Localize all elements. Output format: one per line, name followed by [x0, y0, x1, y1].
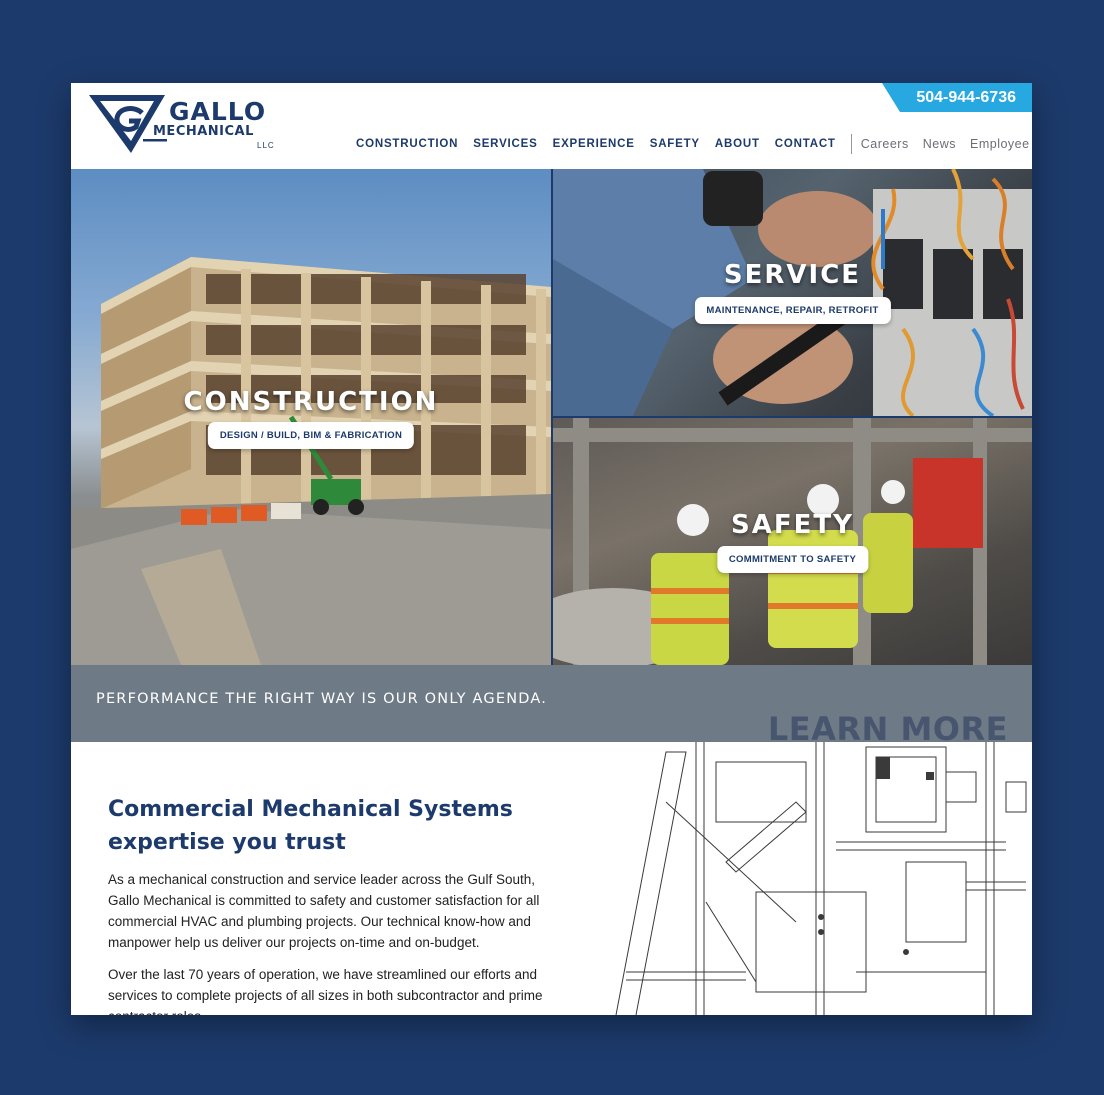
agenda-text: PERFORMANCE THE RIGHT WAY IS OUR ONLY AG…: [96, 691, 548, 707]
intro-section: Commercial Mechanical Systems expertise …: [71, 742, 1032, 1015]
intro-paragraph-2: Over the last 70 years of operation, we …: [108, 967, 543, 1015]
nav-contact[interactable]: CONTACT: [775, 138, 836, 150]
logo-g-icon: [89, 95, 167, 153]
service-title: SERVICE: [723, 260, 862, 290]
logo-suffix: LLC: [257, 141, 275, 150]
service-tag-button[interactable]: MAINTENANCE, REPAIR, RETROFIT: [694, 297, 891, 324]
intro-heading: Commercial Mechanical Systems expertise …: [108, 797, 513, 855]
agenda-banner: PERFORMANCE THE RIGHT WAY IS OUR ONLY AG…: [71, 665, 1032, 745]
nav-safety[interactable]: SAFETY: [650, 138, 700, 150]
safety-tag-button[interactable]: COMMITMENT TO SAFETY: [716, 546, 869, 573]
service-photo: [553, 169, 1032, 416]
service-panel[interactable]: SERVICE MAINTENANCE, REPAIR, RETROFIT: [553, 169, 1032, 416]
phone-number-link[interactable]: 504-944-6736: [882, 83, 1032, 112]
nav-about[interactable]: ABOUT: [715, 138, 760, 150]
nav-careers[interactable]: Careers: [861, 137, 909, 151]
main-nav: CONSTRUCTION SERVICES EXPERIENCE SAFETY …: [356, 134, 1032, 154]
blueprint-illustration: [615, 742, 1027, 1015]
logo-name: GALLO: [169, 97, 267, 126]
browser-frame: GALLO MECHANICAL LLC 504-944-6736 CONSTR…: [71, 83, 1032, 1015]
construction-tag-button[interactable]: DESIGN / BUILD, BIM & FABRICATION: [207, 422, 415, 449]
nav-news[interactable]: News: [923, 137, 956, 151]
learn-more-link[interactable]: LEARN MORE: [768, 713, 1008, 745]
construction-panel[interactable]: CONSTRUCTION DESIGN / BUILD, BIM & FABRI…: [71, 169, 551, 665]
logo-sub: MECHANICAL: [153, 124, 254, 139]
construction-title: CONSTRUCTION: [183, 387, 439, 417]
safety-panel[interactable]: SAFETY COMMITMENT TO SAFETY: [553, 418, 1032, 665]
construction-photo: [71, 257, 551, 665]
nav-construction[interactable]: CONSTRUCTION: [356, 138, 458, 150]
nav-services[interactable]: SERVICES: [473, 138, 537, 150]
nav-divider: [850, 134, 852, 154]
intro-paragraph-1: As a mechanical construction and service…: [108, 872, 540, 950]
safety-photo: [553, 418, 1032, 665]
nav-employee-portal[interactable]: Employee Portal: [970, 137, 1032, 151]
gallo-logo[interactable]: GALLO MECHANICAL LLC: [87, 91, 287, 155]
safety-title: SAFETY: [731, 510, 854, 540]
nav-experience[interactable]: EXPERIENCE: [553, 138, 635, 150]
site-header: GALLO MECHANICAL LLC 504-944-6736 CONSTR…: [71, 83, 1032, 169]
hero-grid: CONSTRUCTION DESIGN / BUILD, BIM & FABRI…: [71, 169, 1032, 665]
